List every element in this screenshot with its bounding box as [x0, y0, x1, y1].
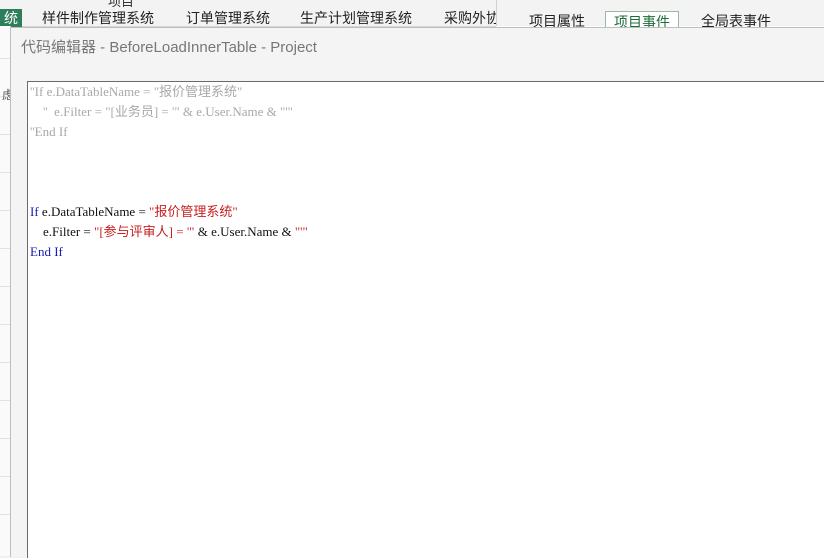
code-line[interactable]: End If	[30, 242, 63, 262]
code-token: '' e.Filter = "[业务员] = '" & e.User.Name …	[30, 104, 293, 119]
code-token: e.DataTableName =	[38, 204, 150, 219]
code-line[interactable]: ''End If	[30, 122, 68, 142]
code-token: If	[30, 204, 39, 219]
code-token: ''If e.DataTableName =	[30, 84, 154, 99]
code-editor-area[interactable]: ''If e.DataTableName = "报价管理系统" '' e.Fil…	[27, 81, 824, 558]
code-line[interactable]: e.Filter = "[参与评审人] = '" & e.User.Name &…	[30, 222, 308, 242]
dialog-title: 代码编辑器 - BeforeLoadInnerTable - Project	[21, 39, 317, 56]
code-token: e.Filter =	[30, 224, 95, 239]
code-token: & e.User.Name &	[194, 224, 295, 239]
code-token: "报价管理系统"	[153, 84, 243, 99]
module-tab-production[interactable]: 生产计划管理系统	[300, 9, 412, 27]
code-token: "[参与评审人] = '"	[94, 224, 195, 239]
code-token: ''End If	[30, 124, 68, 139]
code-token: "报价管理系统"	[149, 204, 238, 219]
module-tab-active[interactable]: 统	[0, 9, 22, 27]
code-token: End If	[30, 244, 63, 259]
module-tab-purchase[interactable]: 采购外协	[444, 9, 500, 27]
module-tab-strip: 项目 统 样件制作管理系统 订单管理系统 生产计划管理系统 采购外协	[0, 0, 500, 27]
code-token: "'"	[294, 224, 308, 239]
property-tab-strip: 项目属性 项目事件 全局表事件	[496, 0, 824, 33]
code-line[interactable]: '' e.Filter = "[业务员] = '" & e.User.Name …	[30, 102, 293, 122]
code-line[interactable]: If e.DataTableName = "报价管理系统"	[30, 202, 238, 222]
module-tab-order[interactable]: 订单管理系统	[186, 9, 270, 27]
code-editor-dialog: 代码编辑器 - BeforeLoadInnerTable - Project '…	[10, 27, 824, 558]
module-tab-sample[interactable]: 样件制作管理系统	[42, 9, 154, 27]
code-line[interactable]: ''If e.DataTableName = "报价管理系统"	[30, 82, 242, 102]
